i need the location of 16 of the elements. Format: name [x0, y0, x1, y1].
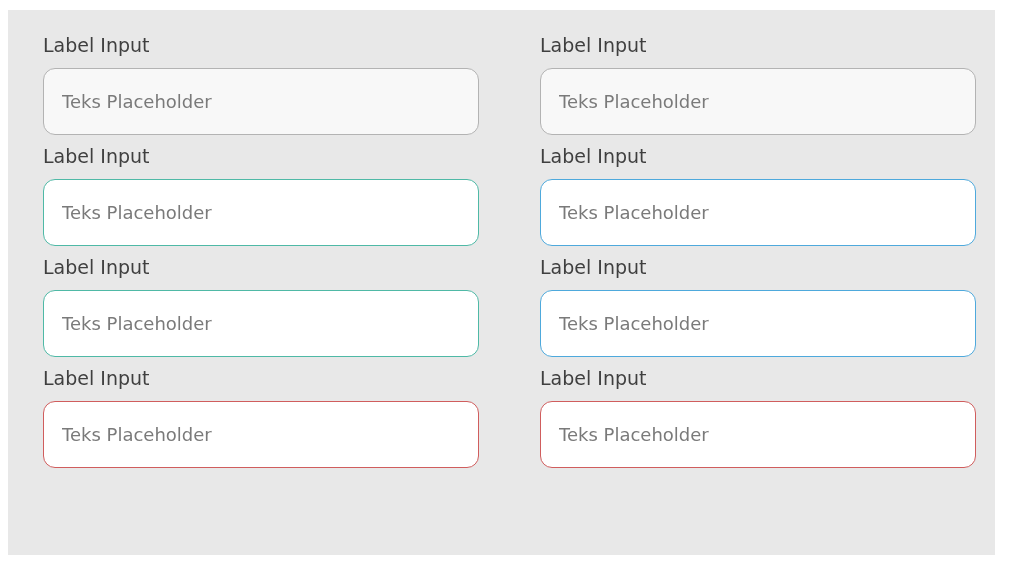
field-label: Label Input: [540, 147, 648, 166]
input-field[interactable]: Teks Placeholder: [43, 401, 479, 468]
field-label: Label Input: [43, 147, 151, 166]
field-label: Label Input: [540, 258, 648, 277]
input-field[interactable]: Teks Placeholder: [43, 290, 479, 357]
field-label: Label Input: [540, 369, 648, 388]
input-field[interactable]: Teks Placeholder: [540, 401, 976, 468]
input-field[interactable]: Teks Placeholder: [43, 179, 479, 246]
input-field[interactable]: Teks Placeholder: [540, 290, 976, 357]
input-field[interactable]: Teks Placeholder: [540, 179, 976, 246]
input-field[interactable]: Teks Placeholder: [43, 68, 479, 135]
field-label: Label Input: [43, 369, 151, 388]
field-label: Label Input: [43, 258, 151, 277]
field-label: Label Input: [43, 36, 151, 55]
input-field[interactable]: Teks Placeholder: [540, 68, 976, 135]
field-label: Label Input: [540, 36, 648, 55]
